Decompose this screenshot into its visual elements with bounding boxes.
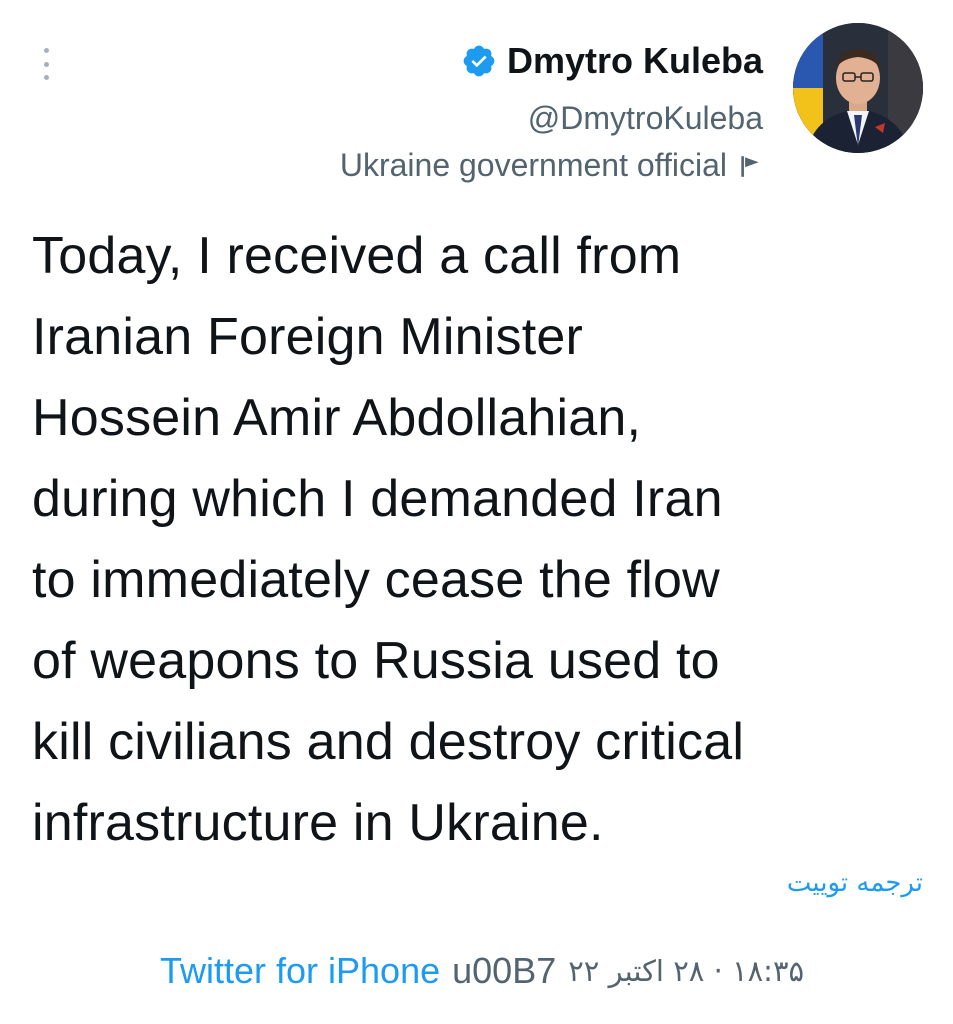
author-display-name[interactable]: Dmytro Kuleba <box>507 40 763 82</box>
tweet-text-line: Hossein Amir Abdollahian, <box>32 389 642 447</box>
translate-tweet-link[interactable]: ترجمه توییت <box>787 868 923 898</box>
tweet-timestamp[interactable]: ۱۸:۳۵ · ۲۸ اکتبر ۲۲ <box>568 954 804 988</box>
tweet-meta: Twitter for iPhone u00B7 ۱۸:۳۵ · ۲۸ اکتب… <box>160 950 804 992</box>
verified-badge-icon <box>461 43 497 79</box>
tweet-text-line: Iranian Foreign Minister <box>32 308 584 366</box>
tweet-text: Today, I received a call from Iranian Fo… <box>32 216 932 864</box>
tweet-header: Dmytro Kuleba @DmytroKuleba Ukraine gove… <box>340 36 763 184</box>
tweet-text-line: Today, I received a call from <box>32 227 682 285</box>
government-label[interactable]: Ukraine government official <box>340 147 727 184</box>
separator-code: u00B7 <box>452 950 557 991</box>
menu-dot <box>43 48 49 53</box>
menu-dot <box>43 61 49 67</box>
more-options-icon[interactable] <box>36 44 56 84</box>
tweet-text-line: kill civilians and destroy critical <box>32 713 745 771</box>
flag-icon <box>737 153 763 179</box>
menu-dot <box>43 75 49 80</box>
tweet-text-line: to immediately cease the flow <box>32 551 720 609</box>
name-row: Dmytro Kuleba <box>340 36 763 86</box>
tweet-source-link[interactable]: Twitter for iPhone <box>160 950 440 992</box>
tweet-text-line: infrastructure in Ukraine. <box>32 794 604 852</box>
tweet-text-line: of weapons to Russia used to <box>32 632 720 690</box>
government-label-row: Ukraine government official <box>340 147 763 184</box>
author-handle[interactable]: @DmytroKuleba <box>340 100 763 137</box>
avatar[interactable] <box>793 23 923 153</box>
tweet-text-line: during which I demanded Iran <box>32 470 723 528</box>
